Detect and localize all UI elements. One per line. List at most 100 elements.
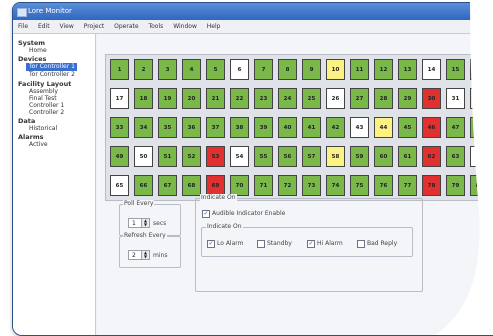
grid-cell-58[interactable]: 58 [326,146,345,167]
grid-cell-47[interactable]: 47 [446,117,465,138]
lo-alarm-checkbox[interactable]: ✓ [207,240,215,248]
sidebar-item-historical[interactable]: Historical [29,125,95,132]
grid-cell-38[interactable]: 38 [230,117,249,138]
grid-cell-36[interactable]: 36 [182,117,201,138]
sidebar-item-layout-controller-2[interactable]: Controller 2 [29,109,95,116]
grid-cell-37[interactable]: 37 [206,117,225,138]
grid-cell-73[interactable]: 73 [302,175,321,196]
grid-cell-46[interactable]: 46 [422,117,441,138]
sidebar-item-final-test[interactable]: Final Test [29,95,95,102]
menu-tools[interactable]: Tools [148,23,163,30]
grid-cell-25[interactable]: 25 [302,88,321,109]
grid-cell-18[interactable]: 18 [134,88,153,109]
grid-cell-48[interactable]: 48 [470,117,489,138]
grid-cell-43[interactable]: 43 [350,117,369,138]
grid-cell-2[interactable]: 2 [134,59,153,80]
grid-cell-16[interactable]: 16 [470,59,489,80]
bad-reply-checkbox[interactable] [357,240,365,248]
grid-cell-65[interactable]: 65 [110,175,129,196]
grid-cell-59[interactable]: 59 [350,146,369,167]
menu-operate[interactable]: Operate [114,23,138,30]
grid-cell-9[interactable]: 9 [302,59,321,80]
grid-cell-75[interactable]: 75 [350,175,369,196]
menu-project[interactable]: Project [84,23,105,30]
grid-cell-23[interactable]: 23 [254,88,273,109]
sidebar-item-assembly[interactable]: Assembly [29,88,95,95]
standby-checkbox[interactable] [257,240,265,248]
grid-cell-51[interactable]: 51 [158,146,177,167]
grid-cell-1[interactable]: 1 [110,59,129,80]
grid-cell-77[interactable]: 77 [398,175,417,196]
menu-edit[interactable]: Edit [38,23,50,30]
grid-cell-19[interactable]: 19 [158,88,177,109]
grid-cell-69[interactable]: 69 [206,175,225,196]
grid-cell-24[interactable]: 24 [278,88,297,109]
grid-cell-7[interactable]: 7 [254,59,273,80]
grid-cell-41[interactable]: 41 [302,117,321,138]
sidebar-item-active[interactable]: Active [29,141,95,148]
grid-cell-60[interactable]: 60 [374,146,393,167]
audible-checkbox[interactable]: ✓ [202,210,210,218]
grid-cell-8[interactable]: 8 [278,59,297,80]
spinner-arrows-icon[interactable]: ▲ ▼ [141,219,149,227]
grid-cell-56[interactable]: 56 [278,146,297,167]
sidebar-item-layout-controller-1[interactable]: Controller 1 [29,102,95,109]
grid-cell-49[interactable]: 49 [110,146,129,167]
grid-cell-78[interactable]: 78 [422,175,441,196]
grid-cell-28[interactable]: 28 [374,88,393,109]
grid-cell-33[interactable]: 33 [110,117,129,138]
grid-cell-45[interactable]: 45 [398,117,417,138]
grid-cell-20[interactable]: 20 [182,88,201,109]
grid-cell-39[interactable]: 39 [254,117,273,138]
grid-cell-26[interactable]: 26 [326,88,345,109]
grid-cell-30[interactable]: 30 [422,88,441,109]
grid-cell-50[interactable]: 50 [134,146,153,167]
sidebar-item-controller-1[interactable]: Tor Controller 1 [26,63,77,71]
grid-cell-35[interactable]: 35 [158,117,177,138]
sidebar-item-controller-2[interactable]: Tor Controller 2 [26,71,95,79]
grid-cell-74[interactable]: 74 [326,175,345,196]
sidebar-item-home[interactable]: Home [29,47,95,54]
hi-alarm-checkbox[interactable]: ✓ [307,240,315,248]
grid-cell-66[interactable]: 66 [134,175,153,196]
grid-cell-79[interactable]: 79 [446,175,465,196]
grid-cell-52[interactable]: 52 [182,146,201,167]
menu-file[interactable]: File [18,23,28,30]
grid-cell-57[interactable]: 57 [302,146,321,167]
grid-cell-72[interactable]: 72 [278,175,297,196]
grid-cell-11[interactable]: 11 [350,59,369,80]
grid-cell-80[interactable]: 80 [470,175,489,196]
grid-cell-15[interactable]: 15 [446,59,465,80]
grid-cell-40[interactable]: 40 [278,117,297,138]
grid-cell-76[interactable]: 76 [374,175,393,196]
menu-view[interactable]: View [60,23,74,30]
refresh-spinner[interactable]: 2 ▲ ▼ [128,250,150,260]
grid-cell-31[interactable]: 31 [446,88,465,109]
grid-cell-4[interactable]: 4 [182,59,201,80]
grid-cell-63[interactable]: 63 [446,146,465,167]
grid-cell-32[interactable]: 32 [470,88,489,109]
grid-cell-5[interactable]: 5 [206,59,225,80]
grid-cell-22[interactable]: 22 [230,88,249,109]
grid-cell-6[interactable]: 6 [230,59,249,80]
poll-spinner[interactable]: 1 ▲ ▼ [128,218,150,228]
grid-cell-53[interactable]: 53 [206,146,225,167]
grid-cell-61[interactable]: 61 [398,146,417,167]
menu-window[interactable]: Window [173,23,197,30]
grid-cell-64[interactable]: 64 [470,146,489,167]
grid-cell-44[interactable]: 44 [374,117,393,138]
grid-cell-10[interactable]: 10 [326,59,345,80]
grid-cell-29[interactable]: 29 [398,88,417,109]
grid-cell-71[interactable]: 71 [254,175,273,196]
grid-cell-14[interactable]: 14 [422,59,441,80]
grid-cell-62[interactable]: 62 [422,146,441,167]
grid-cell-17[interactable]: 17 [110,88,129,109]
grid-cell-54[interactable]: 54 [230,146,249,167]
grid-cell-42[interactable]: 42 [326,117,345,138]
title-bar[interactable]: Lore Monitor [13,3,493,20]
grid-cell-27[interactable]: 27 [350,88,369,109]
grid-cell-34[interactable]: 34 [134,117,153,138]
menu-help[interactable]: Help [207,23,221,30]
grid-cell-21[interactable]: 21 [206,88,225,109]
grid-cell-67[interactable]: 67 [158,175,177,196]
